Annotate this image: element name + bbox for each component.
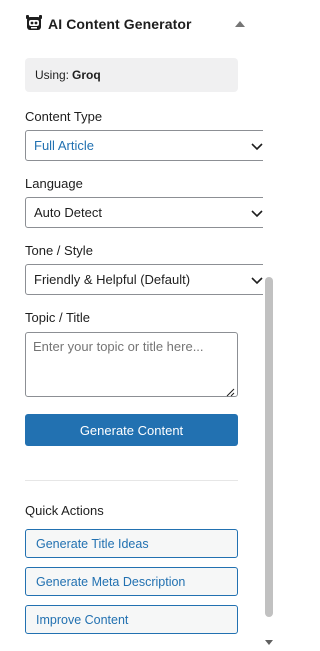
generate-meta-description-button[interactable]: Generate Meta Description [25, 567, 238, 596]
chevron-down-icon [251, 140, 263, 152]
generate-title-ideas-button[interactable]: Generate Title Ideas [25, 529, 238, 558]
content-type-select[interactable]: Full Article [25, 130, 269, 161]
ai-content-generator-panel: AI Content Generator Using: Groq Content… [0, 0, 269, 646]
resize-handle-icon[interactable] [226, 385, 235, 397]
provider-label: Using: [35, 68, 70, 82]
scrollbar-thumb[interactable] [265, 277, 273, 617]
provider-value: Groq [72, 68, 101, 82]
divider [25, 480, 238, 481]
content-type-value: Full Article [34, 138, 94, 153]
caret-up-icon[interactable] [232, 16, 248, 32]
topic-placeholder: Enter your topic or title here... [33, 339, 204, 354]
robot-icon [26, 15, 42, 31]
language-select[interactable]: Auto Detect [25, 197, 269, 228]
chevron-down-icon [251, 274, 263, 286]
panel-header[interactable]: AI Content Generator [0, 0, 262, 50]
language-label: Language [25, 176, 83, 191]
provider-indicator: Using: Groq [25, 58, 238, 92]
scroll-down-arrow-icon[interactable] [265, 633, 273, 645]
tone-label: Tone / Style [25, 243, 93, 258]
panel-title: AI Content Generator [48, 16, 192, 32]
generate-content-button[interactable]: Generate Content [25, 414, 238, 446]
improve-content-button[interactable]: Improve Content [25, 605, 238, 634]
chevron-down-icon [251, 207, 263, 219]
tone-select[interactable]: Friendly & Helpful (Default) [25, 264, 269, 295]
topic-textarea[interactable]: Enter your topic or title here... [25, 332, 238, 397]
quick-actions-title: Quick Actions [25, 503, 104, 518]
content-type-label: Content Type [25, 109, 103, 124]
language-value: Auto Detect [34, 205, 102, 220]
tone-value: Friendly & Helpful (Default) [34, 272, 191, 287]
topic-label: Topic / Title [25, 310, 91, 325]
